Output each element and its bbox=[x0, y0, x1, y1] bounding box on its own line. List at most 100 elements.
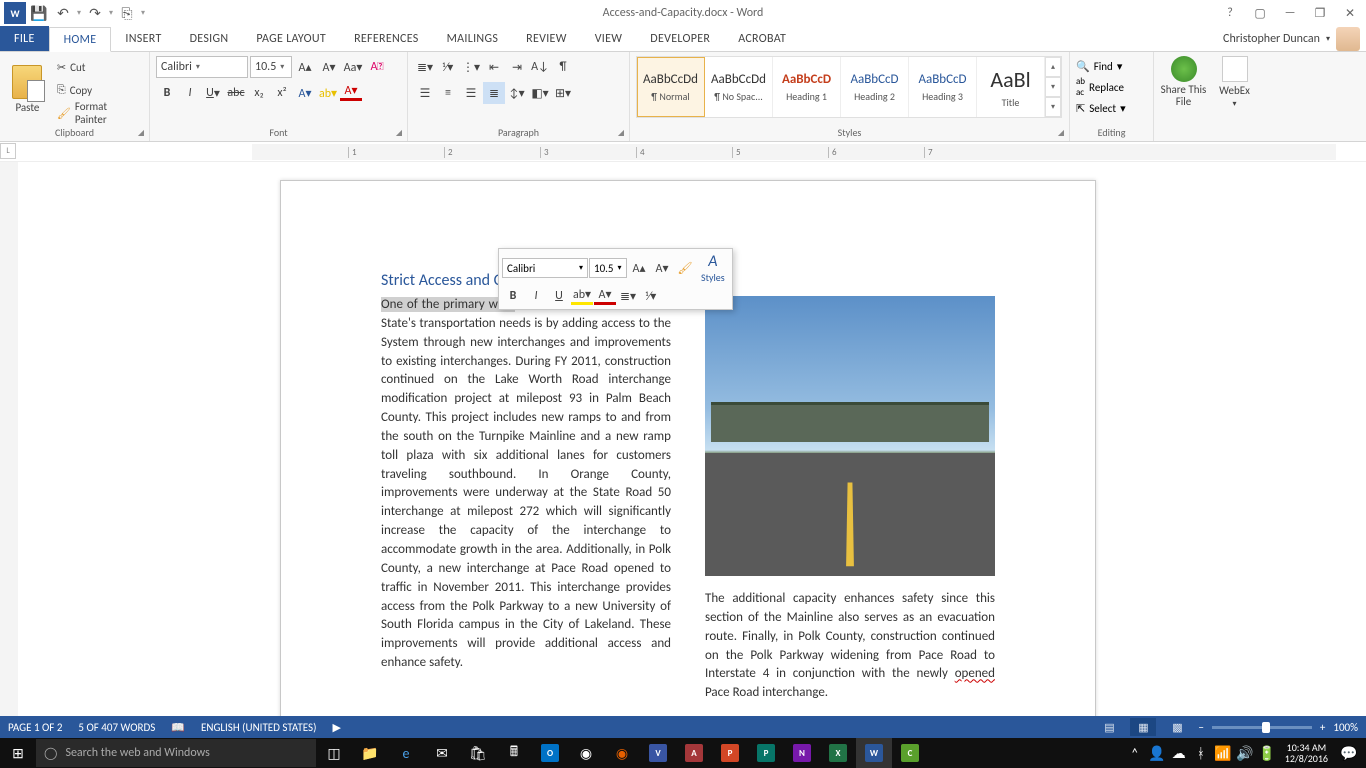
tray-battery-icon[interactable]: 🔋 bbox=[1257, 738, 1277, 768]
word-icon[interactable]: W bbox=[4, 2, 26, 24]
mini-bold-button[interactable]: B bbox=[502, 286, 524, 306]
style-title[interactable]: AaBlTitle bbox=[977, 57, 1045, 117]
highlight-icon[interactable]: ab▾ bbox=[317, 82, 339, 104]
mini-grow-icon[interactable]: A▴ bbox=[628, 258, 650, 278]
status-macro-icon[interactable]: ▶ bbox=[332, 721, 340, 734]
show-marks-icon[interactable]: ¶ bbox=[552, 56, 574, 78]
shrink-font-icon[interactable]: A▾ bbox=[318, 56, 340, 78]
strikethrough-button[interactable]: abc bbox=[225, 82, 247, 104]
outlook-icon[interactable]: O bbox=[532, 738, 568, 768]
style--no-spac-[interactable]: AaBbCcDd¶ No Spac... bbox=[705, 57, 773, 117]
font-name-combo[interactable]: Calibri▾ bbox=[156, 56, 248, 78]
mini-shrink-icon[interactable]: A▾ bbox=[651, 258, 673, 278]
dec-indent-icon[interactable]: ⇤ bbox=[483, 56, 505, 78]
style-heading-1[interactable]: AaBbCcDHeading 1 bbox=[773, 57, 841, 117]
tray-volume-icon[interactable]: 🔊 bbox=[1235, 738, 1255, 768]
mini-highlight-icon[interactable]: ab▾ bbox=[571, 288, 593, 305]
align-left-icon[interactable]: ☰ bbox=[414, 82, 436, 104]
gallery-more-icon[interactable]: ▾ bbox=[1045, 97, 1061, 117]
tab-file[interactable]: FILE bbox=[0, 26, 49, 51]
styles-gallery[interactable]: AaBbCcDd¶ NormalAaBbCcDd¶ No Spac...AaBb… bbox=[636, 56, 1062, 118]
mini-italic-button[interactable]: I bbox=[525, 286, 547, 306]
tab-references[interactable]: REFERENCES bbox=[340, 26, 433, 51]
mini-underline-button[interactable]: U bbox=[548, 286, 570, 306]
taskbar-search[interactable]: ◯ Search the web and Windows bbox=[36, 739, 316, 767]
mini-font-combo[interactable]: Calibri▾ bbox=[502, 258, 588, 278]
zoom-level[interactable]: 100% bbox=[1333, 721, 1358, 734]
mini-bullets-icon[interactable]: ≣▾ bbox=[617, 286, 639, 306]
copy-button[interactable]: ⎘Copy bbox=[53, 79, 143, 101]
minimize-icon[interactable]: — bbox=[1278, 3, 1302, 23]
web-layout-icon[interactable]: ▩ bbox=[1164, 718, 1190, 736]
align-center-icon[interactable]: ≡ bbox=[437, 82, 459, 104]
tab-design[interactable]: DESIGN bbox=[176, 26, 243, 51]
italic-button[interactable]: I bbox=[179, 82, 201, 104]
tray-bluetooth-icon[interactable]: ᚼ bbox=[1191, 738, 1211, 768]
style-heading-3[interactable]: AaBbCcDHeading 3 bbox=[909, 57, 977, 117]
bold-button[interactable]: B bbox=[156, 82, 178, 104]
onenote-icon[interactable]: N bbox=[784, 738, 820, 768]
inc-indent-icon[interactable]: ⇥ bbox=[506, 56, 528, 78]
borders-icon[interactable]: ⊞▾ bbox=[552, 82, 574, 104]
align-right-icon[interactable]: ☰ bbox=[460, 82, 482, 104]
save-icon[interactable]: 💾 bbox=[28, 2, 50, 24]
task-view-icon[interactable]: ◫ bbox=[316, 738, 352, 768]
read-mode-icon[interactable]: ▤ bbox=[1096, 718, 1122, 736]
redo-icon[interactable]: ↷ bbox=[84, 2, 106, 24]
subscript-button[interactable]: x₂ bbox=[248, 82, 270, 104]
tab-insert[interactable]: INSERT bbox=[111, 26, 175, 51]
zoom-in-icon[interactable]: + bbox=[1320, 721, 1325, 734]
camtasia-icon[interactable]: C bbox=[892, 738, 928, 768]
webex-button[interactable]: WebEx ▾ bbox=[1211, 56, 1258, 109]
tray-wifi-icon[interactable]: 📶 bbox=[1213, 738, 1233, 768]
document-image[interactable] bbox=[705, 296, 995, 576]
store-icon[interactable]: 🛍 bbox=[460, 738, 496, 768]
tab-acrobat[interactable]: ACROBAT bbox=[724, 26, 800, 51]
font-size-combo[interactable]: 10.5▾ bbox=[250, 56, 292, 78]
ribbon-options-icon[interactable]: ▢ bbox=[1248, 3, 1272, 23]
tab-developer[interactable]: DEVELOPER bbox=[636, 26, 724, 51]
undo-icon[interactable]: ↶ bbox=[52, 2, 74, 24]
mini-numbering-icon[interactable]: ⅟▾ bbox=[640, 286, 662, 306]
help-icon[interactable]: ? bbox=[1218, 3, 1242, 23]
select-button[interactable]: ⇱Select ▾ bbox=[1076, 98, 1147, 118]
user-area[interactable]: Christopher Duncan ▾ bbox=[1223, 26, 1360, 51]
calculator-icon[interactable]: 🖩 bbox=[496, 738, 532, 768]
tab-page-layout[interactable]: PAGE LAYOUT bbox=[242, 26, 340, 51]
zoom-out-icon[interactable]: − bbox=[1198, 721, 1203, 734]
bullets-icon[interactable]: ≣▾ bbox=[414, 56, 436, 78]
close-icon[interactable]: ✕ bbox=[1338, 3, 1362, 23]
font-launcher-icon[interactable]: ◢ bbox=[393, 127, 405, 139]
restore-icon[interactable]: ❐ bbox=[1308, 3, 1332, 23]
format-painter-button[interactable]: 🖌Format Painter bbox=[53, 102, 143, 124]
superscript-button[interactable]: x² bbox=[271, 82, 293, 104]
cut-button[interactable]: ✂Cut bbox=[53, 56, 143, 78]
access-icon[interactable]: A bbox=[676, 738, 712, 768]
print-layout-icon[interactable]: ▦ bbox=[1130, 718, 1156, 736]
change-case-icon[interactable]: Aa▾ bbox=[342, 56, 364, 78]
share-button[interactable]: Share This File bbox=[1160, 56, 1207, 108]
styles-launcher-icon[interactable]: ◢ bbox=[1055, 127, 1067, 139]
mini-font-color-icon[interactable]: A▾ bbox=[594, 288, 616, 305]
justify-icon[interactable]: ≣ bbox=[483, 82, 505, 104]
multilevel-icon[interactable]: ⋮▾ bbox=[460, 56, 482, 78]
mini-size-combo[interactable]: 10.5▾ bbox=[589, 258, 627, 278]
word-taskbar-icon[interactable]: W bbox=[856, 738, 892, 768]
tray-people-icon[interactable]: 👤 bbox=[1147, 738, 1167, 768]
horizontal-ruler[interactable]: 1234567 bbox=[252, 144, 1336, 160]
visio-icon[interactable]: V bbox=[640, 738, 676, 768]
shading-icon[interactable]: ◧▾ bbox=[529, 82, 551, 104]
status-page[interactable]: PAGE 1 OF 2 bbox=[8, 721, 62, 734]
numbering-icon[interactable]: ⅟▾ bbox=[437, 56, 459, 78]
paragraph-launcher-icon[interactable]: ◢ bbox=[615, 127, 627, 139]
tab-selector[interactable]: L bbox=[0, 143, 16, 159]
line-spacing-icon[interactable]: ↕▾ bbox=[506, 82, 528, 104]
tab-home[interactable]: HOME bbox=[49, 27, 112, 52]
qat-custom-icon[interactable]: ⎘ bbox=[116, 2, 138, 24]
avatar[interactable] bbox=[1336, 27, 1360, 51]
excel-icon[interactable]: X bbox=[820, 738, 856, 768]
paste-button[interactable]: Paste bbox=[6, 56, 49, 122]
tab-review[interactable]: REVIEW bbox=[512, 26, 581, 51]
taskbar-clock[interactable]: 10:34 AM 12/8/2016 bbox=[1279, 742, 1334, 764]
action-center-icon[interactable]: 💬 bbox=[1336, 738, 1362, 768]
